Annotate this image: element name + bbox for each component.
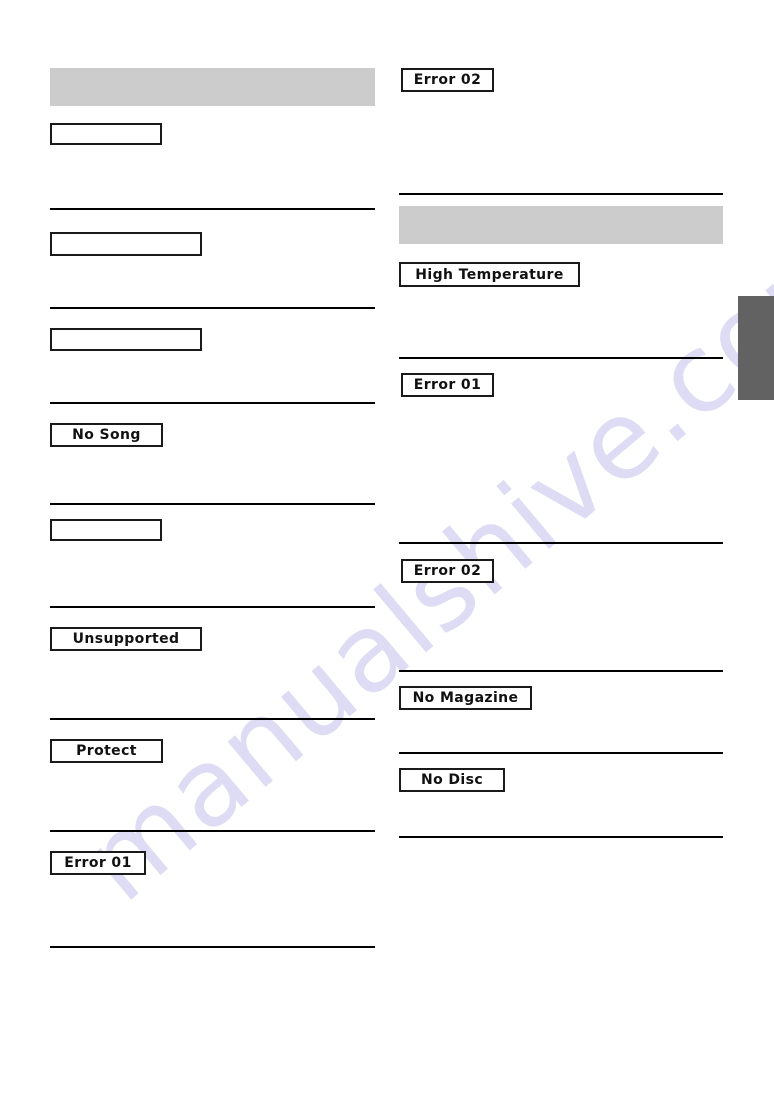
section-divider-rule — [50, 946, 375, 948]
message-box-label: No Magazine — [412, 690, 519, 706]
message-box-label: High Temperature — [415, 266, 564, 283]
message-box-blank-2 — [50, 328, 202, 351]
section-divider-rule — [50, 402, 375, 404]
manual-page: manualshive.com No Song Unsupported Protec… — [0, 0, 774, 1094]
section-divider-rule — [50, 208, 375, 210]
message-box-error-01: Error 01 — [401, 373, 494, 397]
section-divider-rule — [50, 503, 375, 505]
message-box-error-01: Error 01 — [50, 851, 146, 875]
section-divider-rule — [399, 542, 723, 544]
message-box-unsupported: Unsupported — [50, 627, 202, 651]
left-column-section-header-bar — [50, 68, 375, 106]
message-box-error-02: Error 02 — [401, 559, 494, 583]
page-edge-tab-marker — [738, 296, 774, 400]
section-divider-rule — [50, 606, 375, 608]
right-column-section-header-bar — [399, 206, 723, 244]
section-divider-rule — [399, 193, 723, 195]
section-divider-rule — [399, 357, 723, 359]
section-divider-rule — [399, 836, 723, 838]
message-box-label: Error 01 — [413, 377, 482, 393]
message-box-label: Error 02 — [413, 563, 482, 579]
message-box-label: Error 01 — [64, 855, 132, 871]
message-box-blank-1 — [50, 232, 202, 256]
message-box-blank-4 — [50, 519, 162, 541]
message-box-blank-0 — [50, 123, 162, 145]
message-box-high-temperature: High Temperature — [399, 262, 580, 287]
section-divider-rule — [399, 670, 723, 672]
message-box-label: No Song — [72, 427, 141, 443]
message-box-no-disc: No Disc — [399, 768, 505, 792]
message-box-protect: Protect — [50, 739, 163, 763]
message-box-label: Error 02 — [413, 72, 482, 88]
section-divider-rule — [50, 718, 375, 720]
message-box-label: Protect — [76, 743, 137, 759]
message-box-label: No Disc — [420, 772, 484, 788]
section-divider-rule — [50, 307, 375, 309]
watermark-overlay: manualshive.com — [0, 0, 774, 1094]
message-box-no-magazine: No Magazine — [399, 686, 532, 710]
message-box-error-02: Error 02 — [401, 68, 494, 92]
message-box-label: Unsupported — [72, 631, 180, 647]
section-divider-rule — [399, 752, 723, 754]
message-box-no-song: No Song — [50, 423, 163, 447]
section-divider-rule — [50, 830, 375, 832]
